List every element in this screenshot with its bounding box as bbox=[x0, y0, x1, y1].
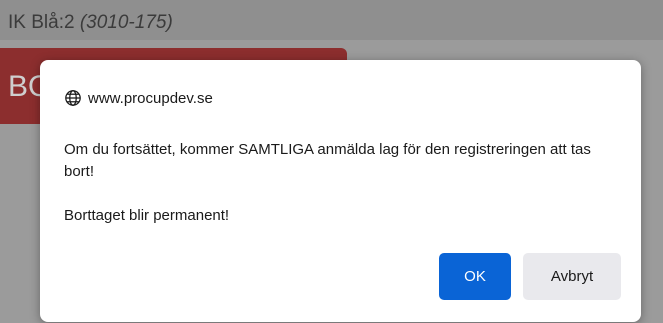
dialog-origin: www.procupdev.se bbox=[64, 89, 213, 107]
cancel-button[interactable]: Avbryt bbox=[523, 253, 621, 300]
confirm-dialog: www.procupdev.se Om du fortsättet, komme… bbox=[40, 60, 641, 322]
dialog-buttons: OK Avbryt bbox=[439, 253, 621, 300]
team-name: IK Blå:2 bbox=[8, 12, 75, 33]
globe-icon bbox=[65, 90, 81, 106]
dialog-message-line1: Om du fortsättet, kommer SAMTLIGA anmäld… bbox=[64, 141, 591, 180]
page-header-text: IK Blå:2 (3010-175) bbox=[8, 12, 173, 34]
dialog-message: Om du fortsättet, kommer SAMTLIGA anmäld… bbox=[64, 139, 624, 249]
dialog-message-line2: Borttaget blir permanent! bbox=[64, 207, 230, 224]
ok-button[interactable]: OK bbox=[439, 253, 511, 300]
dialog-origin-label: www.procupdev.se bbox=[88, 89, 213, 107]
team-code: (3010-175) bbox=[79, 12, 173, 33]
page-header: IK Blå:2 (3010-175) bbox=[0, 0, 663, 40]
